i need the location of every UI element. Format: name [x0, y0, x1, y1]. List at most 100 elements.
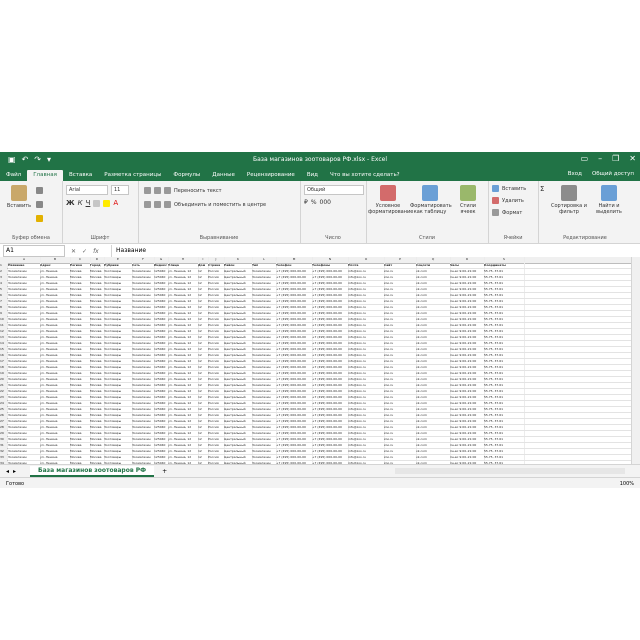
table-cell[interactable]: Центральный — [224, 275, 253, 280]
table-cell[interactable]: ул. Ленина, 12 — [168, 371, 199, 376]
table-cell[interactable]: ул. Ленина — [40, 389, 71, 394]
table-cell[interactable]: Москва — [70, 377, 91, 382]
table-cell[interactable]: 125040 — [154, 299, 169, 304]
column-header[interactable]: D — [90, 257, 105, 262]
table-cell[interactable]: Россия — [208, 317, 225, 322]
table-cell[interactable]: Москва — [70, 347, 91, 352]
table-cell[interactable]: Улица — [168, 263, 199, 268]
table-cell[interactable]: Центральный — [224, 335, 253, 340]
table-cell[interactable]: +7 (495) 000-00-00 — [312, 371, 349, 376]
table-cell[interactable]: info@zoo.ru — [348, 329, 385, 334]
table-cell[interactable]: +7 (495) 000-00-00 — [312, 329, 349, 334]
table-cell[interactable]: Зоомагазин — [132, 275, 155, 280]
table-cell[interactable]: Центральный — [224, 269, 253, 274]
table-cell[interactable]: Центральный — [224, 383, 253, 388]
table-cell[interactable]: Район — [224, 263, 253, 268]
row-header[interactable]: 23 — [0, 395, 8, 400]
table-cell[interactable]: zoo.ru — [384, 383, 417, 388]
table-cell[interactable]: Зоомагазин — [8, 401, 41, 406]
table-cell[interactable]: Зоомагазин — [8, 371, 41, 376]
row-header[interactable]: 27 — [0, 419, 8, 424]
table-cell[interactable]: Москва — [70, 341, 91, 346]
table-cell[interactable]: Зоомагазин — [252, 269, 277, 274]
table-cell[interactable]: +7 (495) 000-00-00 — [276, 353, 313, 358]
table-cell[interactable]: +7 (495) 000-00-00 — [276, 407, 313, 412]
tab-insert[interactable]: Вставка — [63, 170, 98, 181]
table-cell[interactable]: ул. Ленина, 12 — [168, 365, 199, 370]
table-cell[interactable]: Зоомагазин — [8, 347, 41, 352]
currency-icon[interactable]: ₽ — [304, 199, 308, 206]
table-cell[interactable]: +7 (495) 000-00-00 — [312, 425, 349, 430]
table-cell[interactable]: Россия — [208, 287, 225, 292]
table-cell[interactable]: 55.75, 37.61 — [484, 269, 525, 274]
tab-review[interactable]: Рецензирование — [241, 170, 301, 181]
table-cell[interactable]: Центральный — [224, 347, 253, 352]
table-cell[interactable]: ул. Ленина — [40, 281, 71, 286]
table-cell[interactable]: пн-вс 9:00–21:00 — [450, 281, 485, 286]
table-cell[interactable]: Зоомагазин — [252, 401, 277, 406]
table-cell[interactable]: пн-вс 9:00–21:00 — [450, 407, 485, 412]
table-cell[interactable]: Зоотовары — [104, 413, 133, 418]
table-cell[interactable]: Россия — [208, 359, 225, 364]
table-cell[interactable]: +7 (495) 000-00-00 — [276, 341, 313, 346]
table-cell[interactable]: ул. Ленина, 12 — [168, 437, 199, 442]
table-cell[interactable]: vk.com — [416, 329, 451, 334]
table-cell[interactable]: ул. Ленина — [40, 275, 71, 280]
table-cell[interactable]: 125040 — [154, 275, 169, 280]
table-cell[interactable]: Зоотовары — [104, 437, 133, 442]
table-cell[interactable]: +7 (495) 000-00-00 — [276, 293, 313, 298]
table-cell[interactable]: zoo.ru — [384, 341, 417, 346]
table-cell[interactable]: 125040 — [154, 335, 169, 340]
table-cell[interactable]: +7 (495) 000-00-00 — [276, 317, 313, 322]
table-cell[interactable]: 55.75, 37.61 — [484, 305, 525, 310]
table-cell[interactable]: Зоотовары — [104, 353, 133, 358]
table-cell[interactable]: info@zoo.ru — [348, 455, 385, 460]
table-cell[interactable]: Зоомагазин — [132, 389, 155, 394]
table-cell[interactable]: +7 (495) 000-00-00 — [312, 365, 349, 370]
table-cell[interactable]: +7 (495) 000-00-00 — [276, 395, 313, 400]
comma-icon[interactable]: 000 — [320, 199, 331, 206]
align-middle-icon[interactable] — [154, 187, 161, 194]
table-cell[interactable]: Москва — [70, 413, 91, 418]
table-cell[interactable]: Москва — [70, 383, 91, 388]
table-cell[interactable]: +7 (495) 000-00-00 — [276, 275, 313, 280]
table-cell[interactable]: ул. Ленина, 12 — [168, 419, 199, 424]
table-cell[interactable]: info@zoo.ru — [348, 425, 385, 430]
table-cell[interactable]: info@zoo.ru — [348, 347, 385, 352]
table-cell[interactable]: Зоомагазин — [252, 347, 277, 352]
table-cell[interactable]: ул. Ленина — [40, 335, 71, 340]
table-cell[interactable]: Москва — [70, 359, 91, 364]
table-cell[interactable]: 55.75, 37.61 — [484, 293, 525, 298]
table-cell[interactable]: Зоомагазин — [132, 347, 155, 352]
vertical-scrollbar[interactable] — [631, 257, 640, 479]
table-cell[interactable]: ул. Ленина, 12 — [168, 329, 199, 334]
table-cell[interactable]: Россия — [208, 395, 225, 400]
table-cell[interactable]: info@zoo.ru — [348, 419, 385, 424]
next-sheet-icon[interactable]: ▸ — [13, 468, 16, 475]
table-cell[interactable]: Зоомагазин — [132, 353, 155, 358]
table-cell[interactable]: Рубрики — [104, 263, 133, 268]
add-sheet-button[interactable]: + — [162, 468, 167, 475]
table-cell[interactable]: +7 (495) 000-00-00 — [276, 299, 313, 304]
table-cell[interactable]: Зоомагазин — [132, 281, 155, 286]
table-cell[interactable]: Зоомагазин — [252, 323, 277, 328]
tab-file[interactable]: Файл — [0, 170, 27, 181]
table-cell[interactable]: Россия — [208, 407, 225, 412]
table-cell[interactable]: Зоомагазин — [8, 341, 41, 346]
table-cell[interactable]: 125040 — [154, 413, 169, 418]
table-cell[interactable]: Зоомагазин — [132, 287, 155, 292]
table-cell[interactable]: Москва — [90, 287, 105, 292]
table-cell[interactable]: 125040 — [154, 269, 169, 274]
table-cell[interactable]: ул. Ленина, 12 — [168, 305, 199, 310]
table-cell[interactable]: Зоомагазин — [132, 395, 155, 400]
table-cell[interactable]: пн-вс 9:00–21:00 — [450, 275, 485, 280]
table-cell[interactable]: Зоомагазин — [132, 293, 155, 298]
row-header[interactable]: 7 — [0, 299, 8, 304]
table-cell[interactable]: Зоомагазин — [252, 377, 277, 382]
table-cell[interactable]: Москва — [90, 353, 105, 358]
table-cell[interactable]: Россия — [208, 413, 225, 418]
row-header[interactable]: 26 — [0, 413, 8, 418]
table-cell[interactable]: Зоотовары — [104, 443, 133, 448]
table-cell[interactable]: Индекс — [154, 263, 169, 268]
table-cell[interactable]: Россия — [208, 425, 225, 430]
